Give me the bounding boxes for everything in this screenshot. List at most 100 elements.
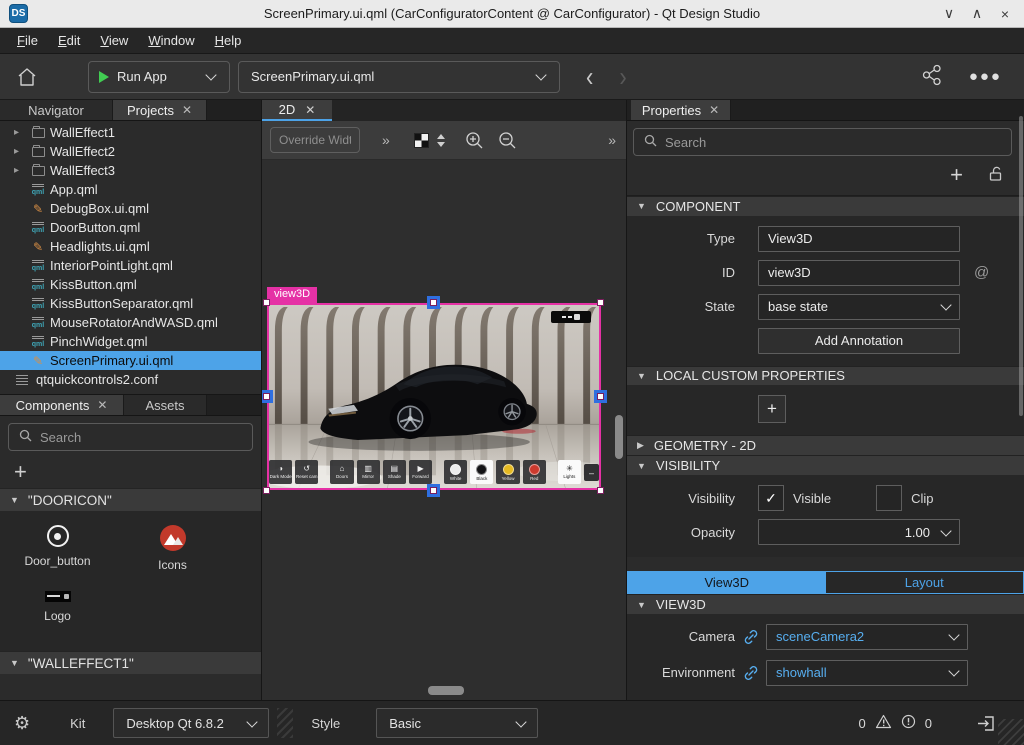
camera-dropdown[interactable]: sceneCamera2 xyxy=(766,624,968,650)
car-ui-button[interactable]: ◑Dark Mode xyxy=(269,460,292,484)
kit-dropdown[interactable]: Desktop Qt 6.8.2 xyxy=(113,708,269,738)
car-ui-button[interactable]: ▶Forward xyxy=(409,460,432,484)
background-checker-icon[interactable] xyxy=(414,133,429,148)
tree-item-DoorButton.qml[interactable]: qmlDoorButton.qml xyxy=(0,218,261,237)
menu-file[interactable]: File xyxy=(8,30,47,51)
run-dropdown-chevron-icon[interactable] xyxy=(205,69,216,80)
add-custom-property-button[interactable]: + xyxy=(758,395,786,423)
background-spinner-icon[interactable] xyxy=(437,134,445,147)
section-component[interactable]: ▼ COMPONENT xyxy=(627,196,1024,216)
type-input[interactable] xyxy=(768,231,950,246)
car-ui-button[interactable]: ✳Lights xyxy=(558,460,581,484)
tree-item-InteriorPointLight.qml[interactable]: qmlInteriorPointLight.qml xyxy=(0,256,261,275)
id-input[interactable] xyxy=(768,265,950,280)
car-minimize-button[interactable]: – xyxy=(584,464,599,481)
tree-item-WallEffect2[interactable]: ▸WallEffect2 xyxy=(0,142,261,161)
maximize-button[interactable]: ∧ xyxy=(968,5,986,22)
tree-item-WallEffect1[interactable]: ▸WallEffect1 xyxy=(0,123,261,142)
home-icon[interactable] xyxy=(14,66,40,88)
car-ui-button[interactable]: ↺Reset cam xyxy=(295,460,318,484)
menu-view[interactable]: View xyxy=(91,30,137,51)
tree-item-KissButton.qml[interactable]: qmlKissButton.qml xyxy=(0,275,261,294)
more-options-icon[interactable]: ●●● xyxy=(969,68,1002,85)
properties-search[interactable] xyxy=(633,128,1012,156)
section-visibility[interactable]: ▼ VISIBILITY xyxy=(627,455,1024,475)
expand-caret-icon[interactable]: ▸ xyxy=(14,146,19,157)
selection-handle[interactable] xyxy=(263,487,270,494)
component-Door_button[interactable]: Door_button xyxy=(0,525,115,577)
back-button[interactable]: ‹ xyxy=(586,60,593,93)
selection-handle[interactable] xyxy=(597,487,604,494)
selection-handle[interactable] xyxy=(263,393,270,400)
settings-gear-icon[interactable]: ⚙ xyxy=(14,713,30,734)
expand-caret-icon[interactable]: ▸ xyxy=(14,127,19,138)
output-pane-icon[interactable] xyxy=(976,715,996,732)
tab-close-icon[interactable]: ✕ xyxy=(305,103,315,117)
tree-item-Headlights.ui.qml[interactable]: ✎Headlights.ui.qml xyxy=(0,237,261,256)
expand-caret-icon[interactable]: ▸ xyxy=(14,165,19,176)
menu-help[interactable]: Help xyxy=(206,30,251,51)
components-search-input[interactable] xyxy=(40,430,252,445)
car-ui-button[interactable]: ⌂Doors xyxy=(330,460,353,484)
tab-close-icon[interactable]: ✕ xyxy=(182,103,192,117)
opacity-spinbox[interactable]: 1.00 xyxy=(758,519,960,545)
tab-view3d[interactable]: View3D xyxy=(628,572,826,593)
tab-close-icon[interactable]: ✕ xyxy=(709,103,719,117)
clip-checkbox[interactable] xyxy=(876,485,902,511)
binding-link-icon[interactable] xyxy=(743,665,759,681)
tree-item-MouseRotatorAndWASD.qml[interactable]: qmlMouseRotatorAndWASD.qml xyxy=(0,313,261,332)
car-color-white[interactable]: White xyxy=(444,460,467,484)
override-width-input[interactable] xyxy=(270,127,360,153)
add-component-button[interactable]: + xyxy=(0,456,261,488)
selection-handle[interactable] xyxy=(597,299,604,306)
car-ui-button[interactable]: ▥Mirror xyxy=(357,460,380,484)
overflow-chevrons-icon[interactable]: » xyxy=(382,132,390,148)
tree-item-PinchWidget.qml[interactable]: qmlPinchWidget.qml xyxy=(0,332,261,351)
car-color-yellow[interactable]: Yellow xyxy=(496,460,519,484)
tab-navigator[interactable]: Navigator xyxy=(0,100,113,120)
alias-export-icon[interactable]: @ xyxy=(974,264,989,281)
component-Icons[interactable]: Icons xyxy=(115,525,230,577)
style-dropdown[interactable]: Basic xyxy=(376,708,538,738)
selection-handle[interactable] xyxy=(263,299,270,306)
binding-link-icon[interactable] xyxy=(743,629,759,645)
add-property-button[interactable]: + xyxy=(950,162,963,188)
close-button[interactable]: × xyxy=(996,6,1014,22)
selection-handle[interactable] xyxy=(430,299,437,306)
type-field[interactable] xyxy=(758,226,960,252)
canvas-horizontal-scrollbar[interactable] xyxy=(428,686,464,695)
id-field[interactable] xyxy=(758,260,960,286)
section-header-0[interactable]: ▼"DOORICON" xyxy=(0,488,261,511)
tree-item-KissButtonSeparator.qml[interactable]: qmlKissButtonSeparator.qml xyxy=(0,294,261,313)
tree-item-qtquickcontrols2.conf[interactable]: qtquickcontrols2.conf xyxy=(0,370,261,389)
visible-checkbox[interactable]: ✓ xyxy=(758,485,784,511)
run-app-button[interactable]: Run App xyxy=(88,61,230,93)
tab-assets[interactable]: Assets xyxy=(124,395,207,415)
tree-item-App.qml[interactable]: qmlApp.qml xyxy=(0,180,261,199)
properties-search-input[interactable] xyxy=(665,135,1011,150)
section-header-1[interactable]: ▼"WALLEFFECT1" xyxy=(0,651,261,674)
properties-scrollbar[interactable] xyxy=(1019,116,1023,416)
car-color-black[interactable]: Black xyxy=(470,460,493,484)
tree-item-ScreenPrimary.ui.qml[interactable]: ✎ScreenPrimary.ui.qml xyxy=(0,351,261,370)
tab-2d[interactable]: 2D ✕ xyxy=(262,100,332,121)
components-search[interactable] xyxy=(8,423,253,451)
environment-dropdown[interactable]: showhall xyxy=(766,660,968,686)
design-canvas[interactable]: view3D xyxy=(262,160,626,700)
section-geometry-2d[interactable]: ▶ GEOMETRY - 2D xyxy=(627,435,1024,455)
menu-edit[interactable]: Edit xyxy=(49,30,89,51)
info-icon[interactable] xyxy=(901,714,916,732)
minimize-button[interactable]: ∨ xyxy=(940,5,958,22)
add-annotation-button[interactable]: Add Annotation xyxy=(758,328,960,354)
resize-grip[interactable] xyxy=(998,719,1024,745)
view3d-item[interactable]: ◑Dark Mode↺Reset cam ⌂Doors▥Mirror▤Shade▶… xyxy=(267,303,601,490)
warning-icon[interactable] xyxy=(875,714,892,732)
tab-properties[interactable]: Properties ✕ xyxy=(631,100,731,120)
canvas-vertical-scrollbar[interactable] xyxy=(615,415,623,459)
open-document-dropdown[interactable]: ScreenPrimary.ui.qml xyxy=(238,61,560,93)
section-view3d[interactable]: ▼ VIEW3D xyxy=(627,594,1024,614)
menu-window[interactable]: Window xyxy=(139,30,203,51)
car-ui-button[interactable]: ▤Shade xyxy=(383,460,406,484)
selection-handle[interactable] xyxy=(430,487,437,494)
tab-close-icon[interactable]: ✕ xyxy=(97,398,107,412)
